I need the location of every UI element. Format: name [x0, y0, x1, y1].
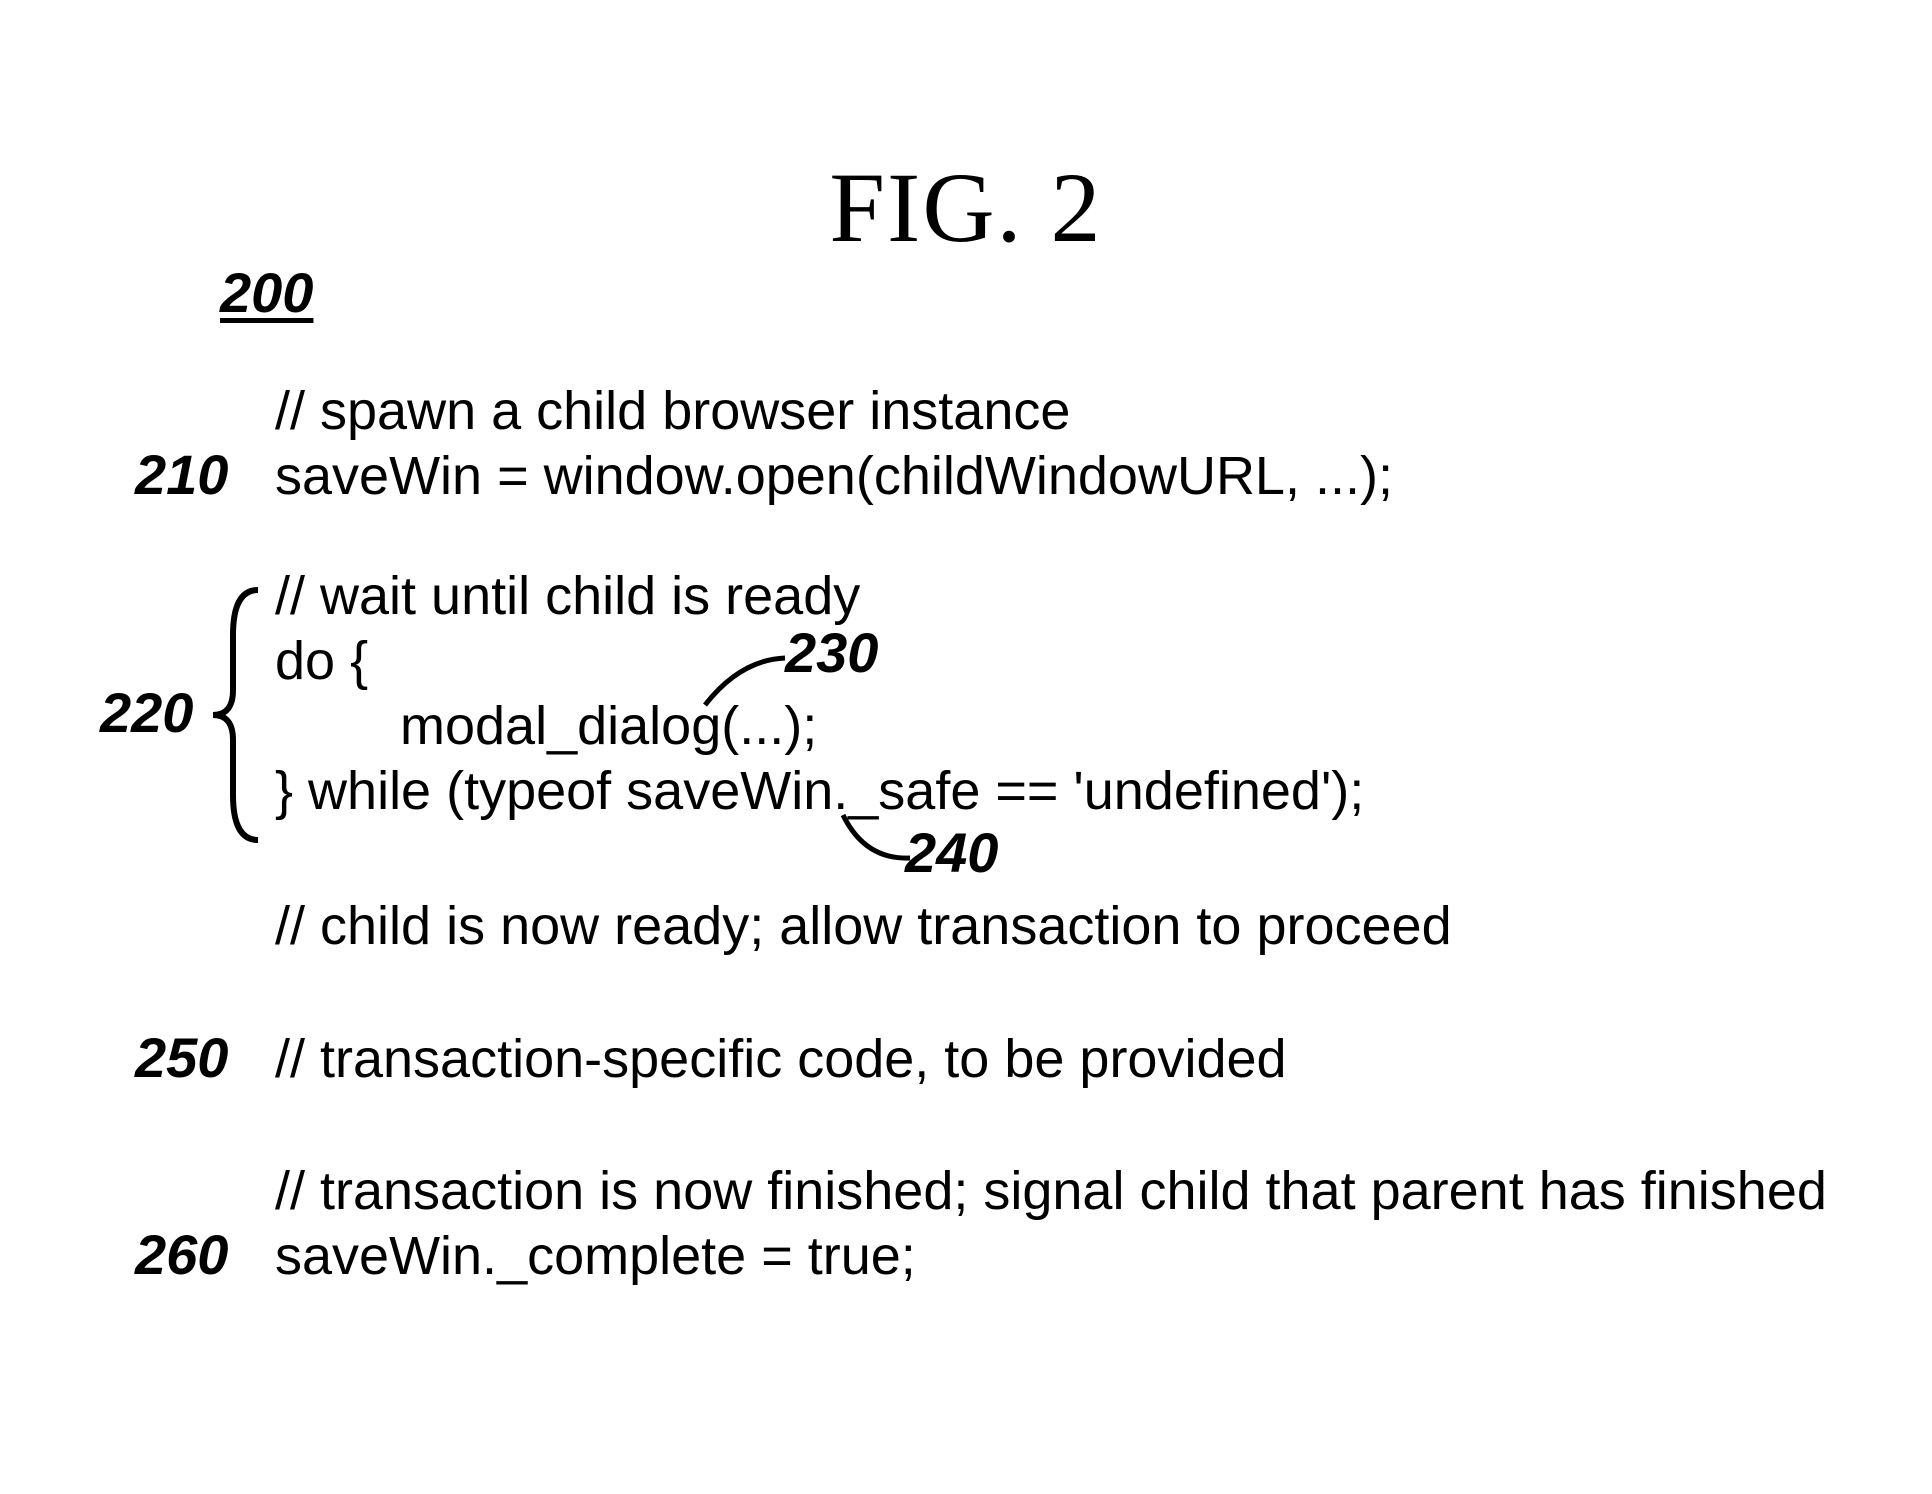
comment-ready: // child is now ready; allow transaction…	[275, 895, 1452, 957]
code-savewin-open: saveWin = window.open(childWindowURL, ..…	[275, 445, 1393, 507]
code-complete: saveWin._complete = true;	[275, 1225, 916, 1287]
code-do-open: do {	[275, 630, 368, 692]
callout-arc-240	[835, 810, 915, 870]
comment-finished: // transaction is now finished; signal c…	[275, 1160, 1827, 1222]
ref-220: 220	[100, 680, 193, 745]
comment-transaction-specific: // transaction-specific code, to be prov…	[275, 1028, 1287, 1090]
ref-210: 210	[135, 442, 228, 507]
figure-title: FIG. 2	[0, 150, 1932, 265]
figure-main-ref: 200	[220, 260, 313, 325]
comment-wait: // wait until child is ready	[275, 565, 860, 627]
ref-230: 230	[785, 620, 878, 685]
ref-250: 250	[135, 1025, 228, 1090]
code-while-close: } while (typeof saveWin._safe == 'undefi…	[275, 760, 1364, 822]
callout-arc-230	[700, 650, 790, 710]
ref-260: 260	[135, 1222, 228, 1287]
ref-240: 240	[905, 820, 998, 885]
brace-220	[208, 585, 268, 845]
comment-spawn: // spawn a child browser instance	[275, 380, 1070, 442]
